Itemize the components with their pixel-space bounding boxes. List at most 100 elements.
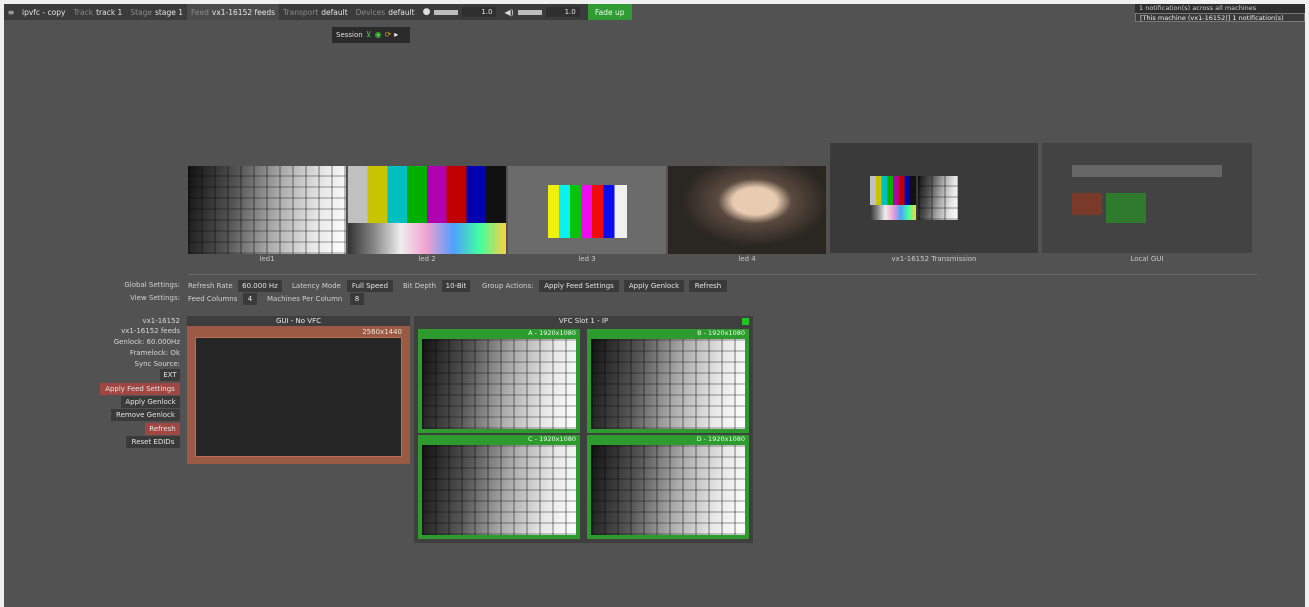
feed-label-led3: led 3	[578, 255, 596, 263]
feed-label-transmission: vx1-16152 Transmission	[891, 255, 977, 263]
session-label: Session	[336, 31, 363, 39]
local-gui-preview	[1072, 165, 1222, 177]
brightness-slider[interactable]	[434, 9, 459, 15]
local-gui-preview-2	[1072, 193, 1102, 215]
app-window: ≡ ipvfc - copy Track track 1 Stage stage 1…	[4, 4, 1305, 607]
apply-feed-settings-button[interactable]: Apply Feed Settings	[539, 280, 619, 292]
transport-key: Transport	[283, 7, 319, 17]
reset-edids-button[interactable]: Reset EDIDs	[126, 436, 180, 448]
feed-thumb-transmission[interactable]	[830, 143, 1038, 253]
genlock-status: Genlock: 60.000Hz	[113, 338, 180, 346]
transmission-preview-2	[918, 176, 958, 220]
transmission-preview	[870, 176, 916, 220]
gui-panel[interactable]: GUI - No VFC 2560x1440	[187, 316, 410, 464]
local-gui-preview-3	[1106, 193, 1146, 223]
notification-all[interactable]: 1 notification(s) across all machines	[1135, 4, 1305, 13]
output-preview	[422, 339, 576, 429]
latency-mode-label: Latency Mode	[292, 282, 341, 290]
volume-value[interactable]: 1.0	[545, 7, 580, 17]
vfc-output-a[interactable]: A - 1920x1080	[418, 329, 580, 433]
apply-feed-settings-machine-button[interactable]: Apply Feed Settings	[100, 383, 180, 395]
stage-value: stage 1	[155, 7, 183, 17]
notification-list: 1 notification(s) across all machines [T…	[1135, 4, 1305, 22]
refresh-all-button[interactable]: Refresh	[689, 280, 727, 292]
bit-depth-field[interactable]: 10-Bit	[442, 280, 470, 292]
vfc-output-d[interactable]: D - 1920x1080	[587, 435, 749, 539]
gui-screen[interactable]	[195, 337, 402, 457]
volume-slider[interactable]	[517, 9, 542, 15]
apply-genlock-machine-button[interactable]: Apply Genlock	[121, 396, 180, 408]
track-dropdown[interactable]: Track track 1	[69, 4, 126, 20]
volume-control[interactable]: ◀) 1.0	[500, 7, 583, 17]
output-label: B - 1920x1080	[697, 329, 745, 337]
feed-label-led4: led 4	[738, 255, 756, 263]
gui-resolution: 2560x1440	[191, 327, 406, 337]
feed-thumb-local-gui[interactable]	[1042, 143, 1252, 253]
feed-dropdown[interactable]: Feed vx1-16152 feeds	[187, 4, 280, 20]
sync-source-value[interactable]: EXT	[160, 369, 180, 381]
machine-feeds: vx1-16152 feeds	[121, 327, 180, 335]
notification-this-machine[interactable]: [This machine (vx1-16152)] 1 notificatio…	[1135, 13, 1305, 22]
project-dropdown[interactable]: ipvfc - copy	[18, 4, 69, 20]
framelock-status: Framelock: Ok	[129, 349, 180, 357]
transport-dropdown[interactable]: Transport default	[279, 4, 352, 20]
view-settings-label: View Settings:	[130, 294, 180, 302]
machines-per-column-field[interactable]: 8	[350, 293, 364, 305]
output-preview	[591, 445, 745, 535]
fade-up-button[interactable]: Fade up	[587, 4, 632, 20]
feed-key: Feed	[191, 7, 209, 17]
divider	[188, 274, 1257, 275]
devices-value: default	[388, 7, 415, 17]
devices-key: Devices	[355, 7, 386, 17]
speaker-icon: ◀)	[504, 7, 514, 17]
menu-icon[interactable]: ≡	[4, 4, 18, 20]
output-label: D - 1920x1080	[696, 435, 745, 443]
global-settings-label: Global Settings:	[124, 281, 180, 289]
feed-thumb-led1[interactable]	[188, 166, 346, 254]
latency-mode-field[interactable]: Full Speed	[347, 280, 393, 292]
top-bar: ≡ ipvfc - copy Track track 1 Stage stage 1…	[4, 4, 632, 20]
devices-dropdown[interactable]: Devices default	[352, 4, 419, 20]
network-icon[interactable]: ⊻	[366, 31, 372, 39]
vfc-output-b[interactable]: B - 1920x1080	[587, 329, 749, 433]
vfc-slot-title: VFC Slot 1 - IP	[558, 317, 609, 325]
apply-genlock-button[interactable]: Apply Genlock	[624, 280, 684, 292]
feed-columns-field[interactable]: 4	[243, 293, 257, 305]
session-bar: Session ⊻ ◉ ⟳ ▸	[332, 27, 410, 43]
group-actions-label: Group Actions:	[482, 282, 534, 290]
vfc-slot-panel: VFC Slot 1 - IP A - 1920x1080 B - 1920x1…	[414, 316, 753, 543]
feed-thumb-led3[interactable]	[508, 166, 666, 254]
machines-per-column-label: Machines Per Column	[267, 295, 343, 303]
output-preview	[591, 339, 745, 429]
project-name: ipvfc - copy	[22, 7, 66, 17]
refresh-rate-label: Refresh Rate	[188, 282, 233, 290]
brightness-control[interactable]: ● 1.0	[419, 7, 501, 17]
feed-label-led2: led 2	[418, 255, 436, 263]
output-label: A - 1920x1080	[528, 329, 576, 337]
play-icon[interactable]: ▸	[394, 31, 398, 39]
transport-value: default	[321, 7, 348, 17]
feed-value: vx1-16152 feeds	[211, 7, 276, 17]
remove-genlock-button[interactable]: Remove Genlock	[111, 409, 180, 421]
track-value: track 1	[96, 7, 123, 17]
stage-dropdown[interactable]: Stage stage 1	[126, 4, 187, 20]
sync-icon[interactable]: ⟳	[385, 31, 392, 39]
status-icon[interactable]: ◉	[375, 31, 382, 39]
vfc-status-indicator	[742, 318, 749, 325]
refresh-machine-button[interactable]: Refresh	[145, 423, 180, 435]
feed-thumb-led4[interactable]	[668, 166, 826, 254]
feed-thumb-led2[interactable]	[348, 166, 506, 254]
stage-key: Stage	[130, 7, 153, 17]
brightness-value[interactable]: 1.0	[462, 7, 497, 17]
vfc-output-c[interactable]: C - 1920x1080	[418, 435, 580, 539]
refresh-rate-field[interactable]: 60.000 Hz	[238, 280, 282, 292]
brightness-icon: ●	[422, 7, 431, 17]
feed-label-local-gui: Local GUI	[1130, 255, 1164, 263]
output-preview	[422, 445, 576, 535]
feed-label-led1: led1	[259, 255, 275, 263]
track-key: Track	[73, 7, 94, 17]
feed-columns-label: Feed Columns	[188, 295, 238, 303]
bit-depth-label: Bit Depth	[403, 282, 437, 290]
machine-name: vx1-16152	[142, 317, 180, 325]
output-label: C - 1920x1080	[528, 435, 576, 443]
